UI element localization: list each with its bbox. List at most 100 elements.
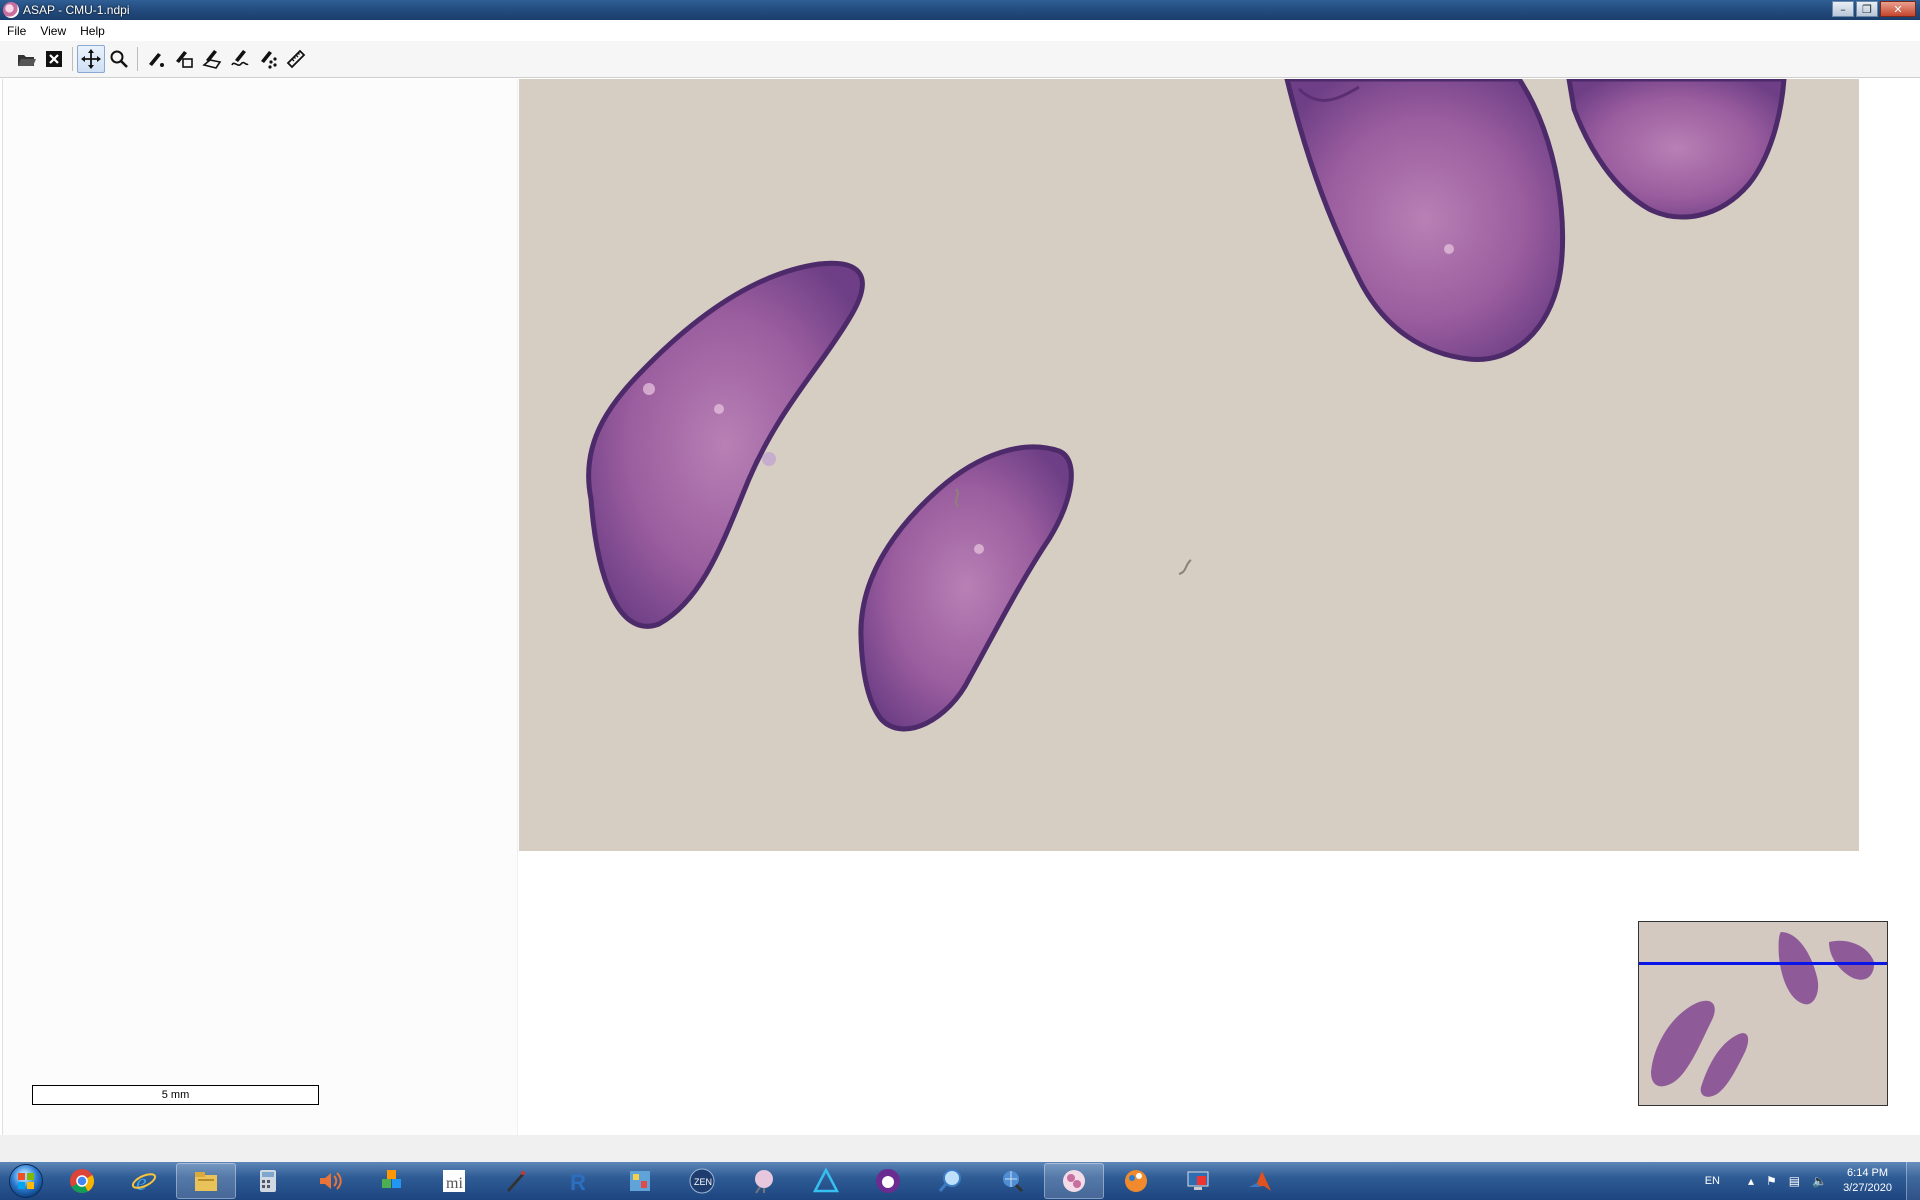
- system-tray: EN ▴ ⚑ ▤ 🔈 6:14 PM 3/27/2020: [1705, 1162, 1920, 1200]
- taskbar-slide-app[interactable]: [734, 1163, 794, 1199]
- taskbar-r[interactable]: R: [548, 1163, 608, 1199]
- rectangle-annotation-icon: [176, 51, 193, 68]
- clock[interactable]: 6:14 PM 3/27/2020: [1843, 1166, 1892, 1196]
- ruler-icon: [286, 49, 306, 69]
- minimize-button[interactable]: –: [1832, 1, 1854, 17]
- action-center-flag-icon[interactable]: ⚑: [1766, 1174, 1777, 1188]
- slide-image[interactable]: [519, 79, 1859, 851]
- zen-icon: ZEN: [689, 1168, 715, 1194]
- scale-bar-label: 5 mm: [161, 1089, 190, 1101]
- close-file-button[interactable]: [40, 45, 68, 73]
- window-title: ASAP - CMU-1.ndpi: [23, 3, 130, 17]
- taskbar-paint-app[interactable]: [1106, 1163, 1166, 1199]
- purple-app-icon: [876, 1169, 900, 1193]
- zoom-icon: [110, 50, 128, 68]
- polygon-annotation-icon: [202, 50, 222, 69]
- pointset-annotation-icon: [261, 51, 277, 69]
- taskbar-globe-search[interactable]: [982, 1163, 1042, 1199]
- taskbar-calculator[interactable]: [238, 1163, 298, 1199]
- show-desktop-button[interactable]: [1906, 1162, 1920, 1200]
- close-file-icon: [46, 51, 62, 67]
- taskbar-pen-app[interactable]: [486, 1163, 546, 1199]
- monitor-app-icon: [1187, 1171, 1209, 1190]
- zoom-tool-button[interactable]: [105, 45, 133, 73]
- taskbar-triangle-app[interactable]: [796, 1163, 856, 1199]
- internet-explorer-icon: e: [131, 1170, 157, 1195]
- window-controls: – ❐ ✕: [1832, 1, 1916, 17]
- overview-thumbnail: [1651, 932, 1875, 1097]
- taskbar-monitor-app[interactable]: [1168, 1163, 1228, 1199]
- polygon-annotation-button[interactable]: [198, 45, 226, 73]
- status-bar: [0, 1135, 1920, 1162]
- taskbar-zen[interactable]: ZEN: [672, 1163, 732, 1199]
- toolbar-separator: [72, 47, 73, 71]
- clock-time: 6:14 PM: [1847, 1167, 1889, 1179]
- image-app-icon: [630, 1171, 650, 1191]
- taskbar-image-app[interactable]: [610, 1163, 670, 1199]
- spline-annotation-icon: [231, 50, 249, 66]
- r-icon: R: [570, 1170, 586, 1195]
- toolbar-separator: [137, 47, 138, 71]
- pointset-annotation-button[interactable]: [254, 45, 282, 73]
- asap-app-icon: [3, 2, 19, 18]
- pen-app-icon: [507, 1171, 525, 1192]
- overview-viewport-indicator[interactable]: [1639, 962, 1887, 965]
- close-window-button[interactable]: ✕: [1880, 1, 1916, 17]
- svg-text:R: R: [570, 1170, 586, 1195]
- show-hidden-icons-icon[interactable]: ▴: [1748, 1174, 1754, 1188]
- ruler-tool-button[interactable]: [282, 45, 310, 73]
- svg-text:ZEN: ZEN: [694, 1177, 712, 1187]
- file-explorer-icon: [195, 1172, 217, 1191]
- calculator-icon: [260, 1170, 276, 1192]
- language-indicator[interactable]: EN: [1705, 1175, 1720, 1187]
- asap-icon: [1063, 1170, 1085, 1192]
- svg-text:mi: mi: [446, 1175, 463, 1192]
- slide-app-icon: [755, 1170, 773, 1194]
- taskbar-asap[interactable]: [1044, 1163, 1104, 1199]
- tissue-sections: [586, 79, 1787, 732]
- title-bar: ASAP - CMU-1.ndpi – ❐ ✕: [0, 0, 1920, 20]
- spline-annotation-button[interactable]: [226, 45, 254, 73]
- paint-app-icon: [1125, 1170, 1147, 1192]
- pan-tool-button[interactable]: [77, 45, 105, 73]
- open-icon: [18, 55, 36, 66]
- taskbar-purple-app[interactable]: [858, 1163, 918, 1199]
- taskbar-mu-app[interactable]: mi: [424, 1163, 484, 1199]
- taskbar-cubes-app[interactable]: [362, 1163, 422, 1199]
- left-dock-panel: [2, 79, 518, 1135]
- globe-search-icon: [1003, 1171, 1024, 1193]
- maximize-button[interactable]: ❐: [1856, 1, 1878, 17]
- network-icon[interactable]: ▤: [1789, 1174, 1800, 1188]
- windows-logo-icon: [9, 1164, 43, 1198]
- triangle-app-icon: [812, 1167, 840, 1193]
- rectangle-annotation-button[interactable]: [170, 45, 198, 73]
- taskbar-internet-explorer[interactable]: e: [114, 1163, 174, 1199]
- cubes-app-icon: [382, 1170, 401, 1188]
- taskbar: e mi R ZEN EN ▴ ⚑ ▤ 🔈 6:14 PM 3/27/2020: [0, 1162, 1920, 1200]
- pan-icon: [81, 49, 101, 69]
- volume-icon[interactable]: 🔈: [1812, 1174, 1827, 1188]
- mu-app-icon: mi: [443, 1170, 465, 1192]
- svg-text:e: e: [136, 1170, 147, 1195]
- scale-bar: 5 mm: [32, 1085, 319, 1105]
- menu-view[interactable]: View: [33, 24, 73, 38]
- start-button[interactable]: [0, 1162, 52, 1200]
- menu-file[interactable]: File: [0, 24, 33, 38]
- volume-app-icon: [320, 1172, 342, 1190]
- menu-bar: File View Help: [0, 20, 1920, 41]
- matlab-icon: [1249, 1171, 1271, 1191]
- open-file-button[interactable]: [12, 45, 40, 73]
- taskbar-matlab[interactable]: [1230, 1163, 1290, 1199]
- overview-minimap[interactable]: [1638, 921, 1888, 1106]
- taskbar-file-explorer[interactable]: [176, 1163, 236, 1199]
- chrome-icon: [70, 1169, 95, 1194]
- toolbar: [0, 41, 1920, 78]
- clock-date: 3/27/2020: [1843, 1182, 1892, 1194]
- taskbar-chrome[interactable]: [52, 1163, 112, 1199]
- taskbar-magnifier-app[interactable]: [920, 1163, 980, 1199]
- taskbar-volume-app[interactable]: [300, 1163, 360, 1199]
- magnifier-app-icon: [938, 1169, 961, 1192]
- dot-annotation-button[interactable]: [142, 45, 170, 73]
- menu-help[interactable]: Help: [73, 24, 112, 38]
- dot-annotation-icon: [149, 53, 164, 67]
